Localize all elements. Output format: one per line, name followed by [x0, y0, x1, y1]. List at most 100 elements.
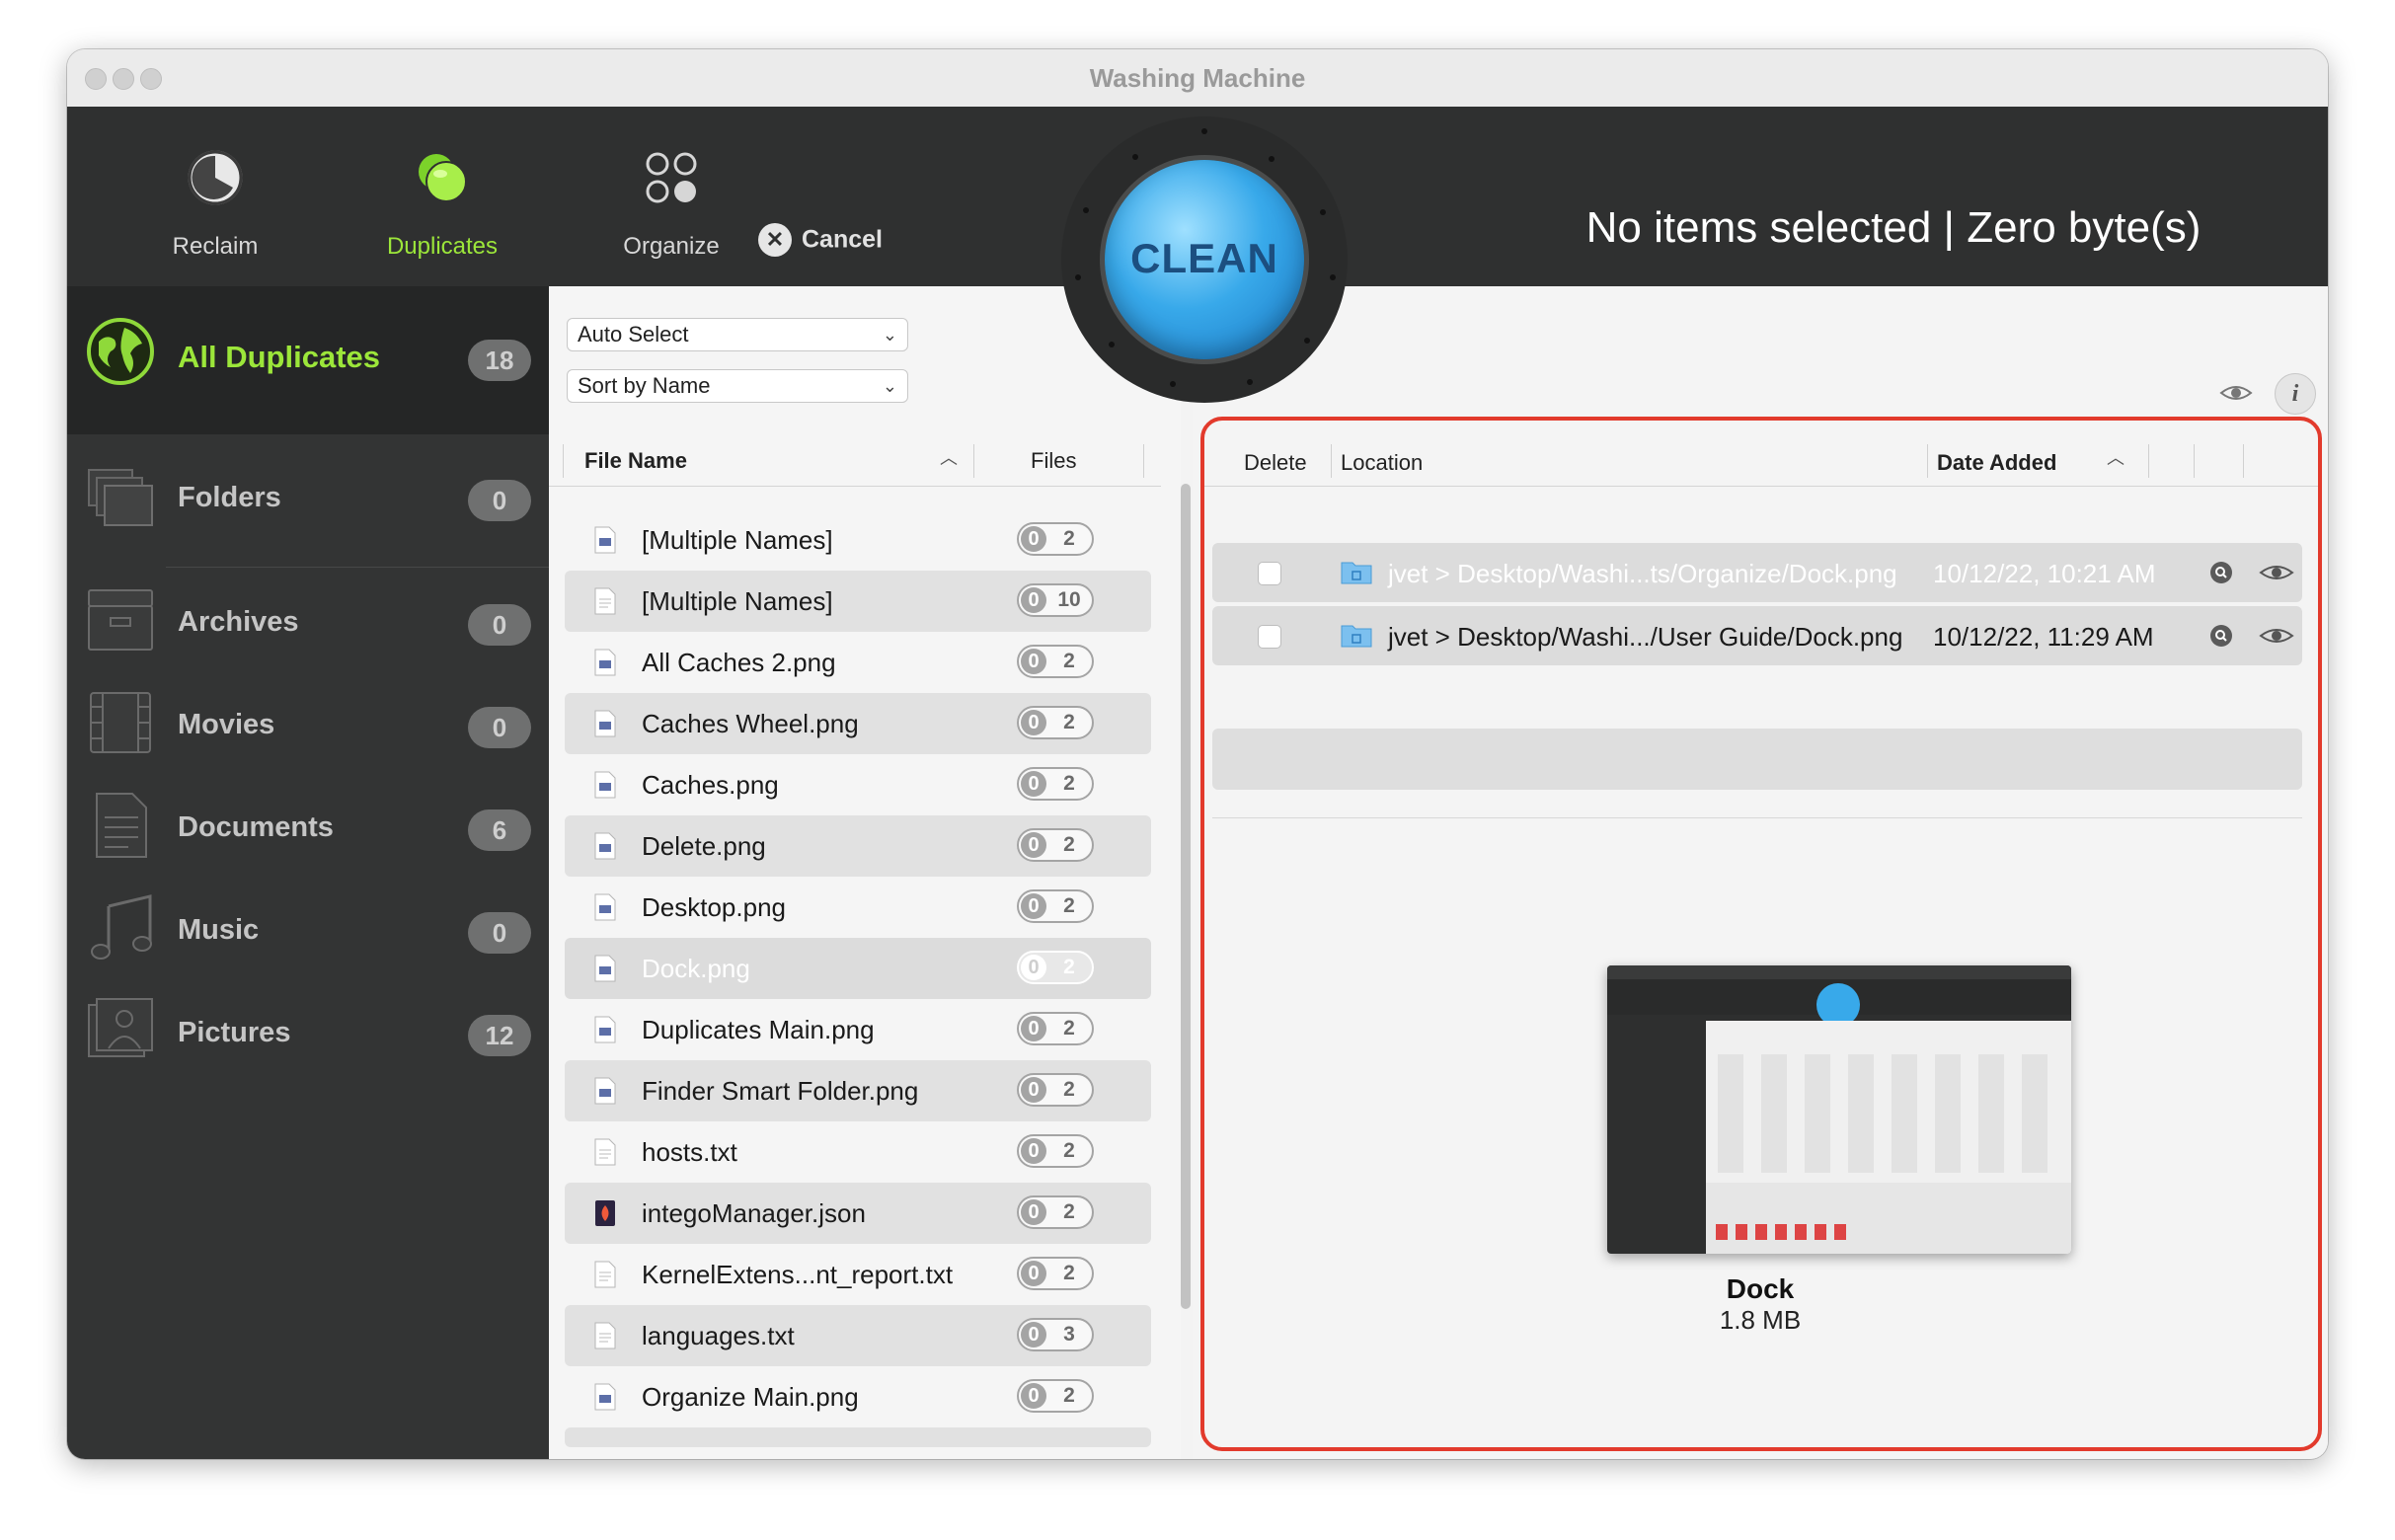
auto-select-value: Auto Select [578, 322, 689, 346]
total-count: 2 [1063, 1384, 1075, 1407]
file-count-pill: 02 [1017, 1134, 1094, 1168]
auto-select-dropdown[interactable]: Auto Select ⌄ [567, 318, 908, 351]
highlight-box [1200, 417, 2322, 1451]
file-list-header: File Name ︿ Files [549, 436, 1161, 487]
sidebar-item-music[interactable]: Music 0 [67, 879, 549, 981]
count-badge: 0 [468, 604, 531, 646]
file-row[interactable]: Organize Main.png 0 2 [565, 1366, 1151, 1427]
count-badge: 0 [468, 912, 531, 954]
sidebar-item-pictures[interactable]: Pictures 12 [67, 981, 549, 1084]
total-count: 2 [1063, 956, 1075, 978]
selected-count: 0 [1021, 1261, 1046, 1286]
total-count: 2 [1063, 1078, 1075, 1101]
total-count: 2 [1063, 1262, 1075, 1284]
file-name: languages.txt [642, 1321, 795, 1350]
file-name: All Caches 2.png [642, 648, 836, 677]
sidebar-item-folders[interactable]: Folders 0 [67, 444, 549, 547]
file-row[interactable]: [Multiple Names] 0 2 [565, 509, 1151, 571]
clean-label: CLEAN [1130, 235, 1278, 281]
file-name: KernelExtens...nt_report.txt [642, 1260, 954, 1289]
tool-duplicates[interactable]: Duplicates [344, 107, 541, 286]
file-row[interactable]: Delete.png 0 2 [565, 815, 1151, 877]
file-row[interactable]: hosts.txt 0 2 [565, 1121, 1151, 1183]
selected-count: 0 [1021, 649, 1046, 674]
sidebar-item-label: Archives [178, 606, 299, 638]
image-file-icon [594, 832, 616, 860]
sidebar-item-label: Folders [178, 482, 281, 513]
file-row[interactable]: Finder Smart Folder.png 0 2 [565, 1060, 1151, 1121]
selected-count: 0 [1021, 526, 1046, 552]
window-title: Washing Machine [1089, 63, 1306, 93]
file-row[interactable] [565, 1427, 1151, 1447]
tool-organize[interactable]: Organize [573, 107, 770, 286]
file-count-pill: 02 [1017, 522, 1094, 556]
file-row[interactable]: Desktop.png 0 2 [565, 877, 1151, 938]
image-file-icon [594, 893, 616, 921]
file-name: Delete.png [642, 831, 766, 861]
selected-count: 0 [1021, 710, 1046, 735]
tool-label: Organize [623, 233, 720, 260]
file-row[interactable]: All Caches 2.png 0 2 [565, 632, 1151, 693]
file-count-pill: 02 [1017, 1195, 1094, 1229]
file-row[interactable]: Duplicates Main.png 0 2 [565, 999, 1151, 1060]
tool-label: Duplicates [386, 233, 499, 260]
file-name: hosts.txt [642, 1137, 737, 1167]
sort-value: Sort by Name [578, 373, 711, 398]
file-row[interactable]: [Multiple Names] 0 10 [565, 571, 1151, 632]
file-name: Dock.png [642, 954, 750, 983]
sort-dropdown[interactable]: Sort by Name ⌄ [567, 369, 908, 403]
total-count: 10 [1057, 588, 1081, 611]
file-count-pill: 02 [1017, 1012, 1094, 1045]
globe-icon [87, 318, 154, 385]
file-name: Duplicates Main.png [642, 1015, 875, 1044]
selected-count: 0 [1021, 1383, 1046, 1409]
image-file-icon [594, 649, 616, 676]
total-count: 2 [1063, 833, 1075, 856]
info-icon[interactable]: i [2275, 373, 2316, 415]
count-badge: 0 [468, 707, 531, 748]
file-count-pill: 0 10 [1017, 583, 1094, 617]
file-list-scrollbar[interactable] [1181, 484, 1191, 1309]
image-file-icon [594, 955, 616, 982]
selected-count: 0 [1021, 955, 1046, 980]
file-name: integoManager.json [642, 1198, 866, 1228]
selected-count: 0 [1021, 1138, 1046, 1164]
sidebar-item-label: Pictures [178, 1017, 291, 1048]
sidebar-item-archives[interactable]: Archives 0 [67, 571, 549, 673]
total-count: 3 [1063, 1323, 1075, 1346]
file-row[interactable]: languages.txt 0 3 [565, 1305, 1151, 1366]
image-file-icon [594, 771, 616, 799]
folders-icon [88, 469, 153, 526]
file-name: Finder Smart Folder.png [642, 1076, 919, 1106]
sort-ascending-icon[interactable]: ︿ [940, 444, 958, 470]
file-count-pill: 02 [1017, 1257, 1094, 1290]
sidebar-item-movies[interactable]: Movies 0 [67, 673, 549, 776]
column-file-name[interactable]: File Name [584, 448, 687, 474]
clean-button-housing: CLEAN [1061, 116, 1348, 403]
text-file-icon [594, 1138, 616, 1166]
preview-eye-icon[interactable] [2219, 381, 2253, 405]
sidebar-item-all-duplicates[interactable]: All Duplicates 18 [67, 286, 549, 434]
json-file-icon [595, 1200, 615, 1226]
clean-button[interactable]: CLEAN [1105, 160, 1304, 359]
title-bar: Washing Machine [67, 49, 2328, 108]
file-count-pill: 02 [1017, 767, 1094, 801]
sidebar-item-documents[interactable]: Documents 6 [67, 776, 549, 879]
column-files[interactable]: Files [1031, 448, 1076, 474]
file-row[interactable]: integoManager.json 0 2 [565, 1183, 1151, 1244]
file-row[interactable]: Caches.png 0 2 [565, 754, 1151, 815]
duplicates-icon [419, 154, 467, 202]
tool-reclaim[interactable]: Reclaim [116, 107, 314, 286]
cancel-label: Cancel [802, 225, 883, 254]
cancel-button[interactable]: ✕ Cancel [758, 223, 883, 263]
file-name: Organize Main.png [642, 1382, 859, 1412]
file-row[interactable]: KernelExtens...nt_report.txt 0 2 [565, 1244, 1151, 1305]
file-row[interactable]: Dock.png 0 2 [565, 938, 1151, 999]
file-row[interactable]: Caches Wheel.png 0 2 [565, 693, 1151, 754]
selected-count: 0 [1021, 771, 1046, 797]
file-name: [Multiple Names] [642, 525, 833, 555]
count-badge: 12 [468, 1015, 531, 1056]
file-count-pill: 02 [1017, 828, 1094, 862]
total-count: 2 [1063, 894, 1075, 917]
selected-count: 0 [1021, 1322, 1046, 1348]
